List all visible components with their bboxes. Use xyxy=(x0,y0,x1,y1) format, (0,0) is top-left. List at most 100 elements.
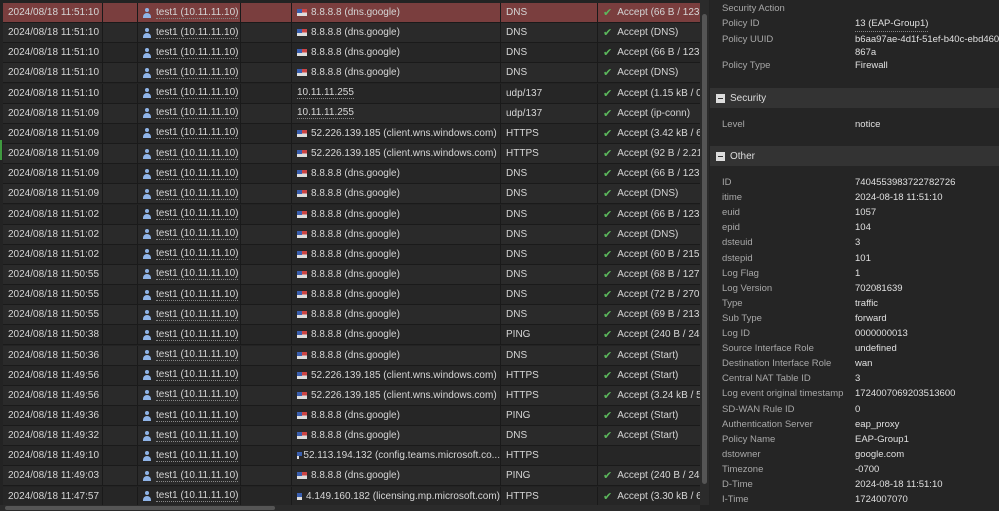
table-row[interactable]: 2024/08/18 11:49:03 test1 (10.11.11.10) 8.… xyxy=(3,466,700,487)
table-row[interactable]: 2024/08/18 11:49:10 test1 (10.11.11.10) 52… xyxy=(3,446,700,467)
source-text[interactable]: test1 (10.11.11.10) xyxy=(156,208,239,220)
table-row[interactable]: 2024/08/18 11:50:55 test1 (10.11.11.10) 8.… xyxy=(3,264,700,285)
scroll-thumb[interactable] xyxy=(702,14,707,484)
horizontal-scrollbar[interactable] xyxy=(0,505,700,511)
source-text[interactable]: test1 (10.11.11.10) xyxy=(156,47,239,59)
destination-text[interactable]: 8.8.8.8 (dns.google) xyxy=(311,470,400,481)
source-text[interactable]: test1 (10.11.11.10) xyxy=(156,490,239,503)
source-text[interactable]: test1 (10.11.11.10) xyxy=(156,107,239,120)
destination-text[interactable]: 10.11.11.255 xyxy=(297,87,354,100)
source-text[interactable]: test1 (10.11.11.10) xyxy=(156,389,239,402)
table-row[interactable]: 2024/08/18 11:49:56 test1 (10.11.11.10) 52… xyxy=(3,365,700,386)
table-row[interactable]: 2024/08/18 11:51:02 test1 (10.11.11.10) 8.… xyxy=(3,224,700,245)
date-cell: 2024/08/18 11:51:02 xyxy=(3,224,103,244)
destination-text[interactable]: 52.226.139.185 (client.wns.windows.com) xyxy=(311,128,497,139)
table-row[interactable]: 2024/08/18 11:49:36 test1 (10.11.11.10) 8.… xyxy=(3,406,700,426)
destination-text[interactable]: 8.8.8.8 (dns.google) xyxy=(311,47,400,58)
table-row[interactable]: 2024/08/18 11:51:02 test1 (10.11.11.10) 8.… xyxy=(3,204,700,225)
source-text[interactable]: test1 (10.11.11.10) xyxy=(156,148,239,160)
table-row[interactable]: 2024/08/18 11:51:02 test1 (10.11.11.10) 8.… xyxy=(3,244,700,265)
destination-text[interactable]: 8.8.8.8 (dns.google) xyxy=(311,329,400,340)
table-row[interactable]: 2024/08/18 11:50:36 test1 (10.11.11.10) 8.… xyxy=(3,345,700,366)
source-text[interactable]: test1 (10.11.11.10) xyxy=(156,168,239,180)
date-text: 2024/08/18 11:50:38 xyxy=(8,329,100,341)
table-row[interactable]: 2024/08/18 11:51:09 test1 (10.11.11.10) 10… xyxy=(3,103,700,124)
source-cell: test1 (10.11.11.10) xyxy=(138,325,241,345)
destination-text[interactable]: 10.11.11.255 xyxy=(297,107,354,120)
source-text[interactable]: test1 (10.11.11.10) xyxy=(156,127,239,140)
source-cell: test1 (10.11.11.10) xyxy=(138,264,241,284)
destination-text[interactable]: 52.226.139.185 (client.wns.windows.com) xyxy=(311,148,497,159)
destination-text[interactable]: 8.8.8.8 (dns.google) xyxy=(311,67,400,78)
detail-value[interactable]: 13 (EAP-Group1) xyxy=(855,16,929,32)
destination-text[interactable]: 8.8.8.8 (dns.google) xyxy=(311,410,400,421)
destination-text[interactable]: 8.8.8.8 (dns.google) xyxy=(311,269,400,280)
table-row[interactable]: 2024/08/18 11:51:09 test1 (10.11.11.10) 8.… xyxy=(3,164,700,185)
source-text[interactable]: test1 (10.11.11.10) xyxy=(156,87,239,100)
destination-text[interactable]: 8.8.8.8 (dns.google) xyxy=(311,309,400,320)
destination-text[interactable]: 52.226.139.185 (client.wns.windows.com) xyxy=(311,370,497,381)
destination-text[interactable]: 52.226.139.185 (client.wns.windows.com) xyxy=(311,390,497,401)
destination-text[interactable]: 4.149.160.182 (licensing.mp.microsoft.co… xyxy=(306,491,500,502)
destination-text[interactable]: 8.8.8.8 (dns.google) xyxy=(311,229,400,240)
source-text[interactable]: test1 (10.11.11.10) xyxy=(156,289,239,301)
source-text[interactable]: test1 (10.11.11.10) xyxy=(156,369,239,382)
table-row[interactable]: 2024/08/18 11:51:09 test1 (10.11.11.10) 52… xyxy=(3,123,700,144)
collapse-icon[interactable] xyxy=(716,93,725,103)
source-text[interactable]: test1 (10.11.11.10) xyxy=(156,188,239,200)
section-security-header[interactable]: Security xyxy=(710,88,999,108)
scroll-thumb[interactable] xyxy=(5,506,275,510)
table-row[interactable]: 2024/08/18 11:51:10 test1 (10.11.11.10) 8.… xyxy=(3,63,700,84)
collapse-icon[interactable] xyxy=(716,151,725,161)
source-text[interactable]: test1 (10.11.11.10) xyxy=(156,410,239,422)
destination-cell: 8.8.8.8 (dns.google) xyxy=(292,426,501,446)
table-row[interactable]: 2024/08/18 11:51:09 test1 (10.11.11.10) 52… xyxy=(3,144,700,165)
destination-text[interactable]: 52.113.194.132 (config.teams.microsoft.c… xyxy=(303,450,500,461)
table-row[interactable]: 2024/08/18 11:51:10 test1 (10.11.11.10) 8.… xyxy=(3,3,700,23)
table-row[interactable]: 2024/08/18 11:51:09 test1 (10.11.11.10) 8.… xyxy=(3,184,700,205)
source-text[interactable]: test1 (10.11.11.10) xyxy=(156,450,239,462)
destination-text[interactable]: 8.8.8.8 (dns.google) xyxy=(311,350,400,361)
source-text[interactable]: test1 (10.11.11.10) xyxy=(156,27,239,39)
table-row[interactable]: 2024/08/18 11:50:55 test1 (10.11.11.10) 8.… xyxy=(3,285,700,306)
source-text[interactable]: test1 (10.11.11.10) xyxy=(156,309,239,321)
table-row[interactable]: 2024/08/18 11:49:32 test1 (10.11.11.10) 8.… xyxy=(3,426,700,447)
table-row[interactable]: 2024/08/18 11:49:56 test1 (10.11.11.10) 52… xyxy=(3,385,700,406)
vertical-scrollbar[interactable] xyxy=(700,0,709,505)
table-row[interactable]: 2024/08/18 11:51:10 test1 (10.11.11.10) 10… xyxy=(3,83,700,104)
destination-text[interactable]: 8.8.8.8 (dns.google) xyxy=(311,249,400,260)
date-text: 2024/08/18 11:49:56 xyxy=(8,369,100,381)
destination-text[interactable]: 8.8.8.8 (dns.google) xyxy=(311,168,400,179)
destination-text[interactable]: 8.8.8.8 (dns.google) xyxy=(311,27,400,38)
detail-label: Policy Name xyxy=(722,433,776,445)
source-text[interactable]: test1 (10.11.11.10) xyxy=(156,248,239,261)
destination-text[interactable]: 8.8.8.8 (dns.google) xyxy=(311,7,400,18)
source-text[interactable]: test1 (10.11.11.10) xyxy=(156,7,239,19)
destination-text[interactable]: 8.8.8.8 (dns.google) xyxy=(311,430,400,441)
table-row[interactable]: 2024/08/18 11:50:38 test1 (10.11.11.10) 8.… xyxy=(3,325,700,346)
destination-text[interactable]: 8.8.8.8 (dns.google) xyxy=(311,188,400,199)
table-row[interactable]: 2024/08/18 11:51:10 test1 (10.11.11.10) 8.… xyxy=(3,43,700,64)
us-flag-icon xyxy=(297,170,307,178)
result-text: Accept (66 B / 123 B xyxy=(617,7,700,18)
source-cell: test1 (10.11.11.10) xyxy=(138,285,241,305)
destination-cell: 52.113.194.132 (config.teams.microsoft.c… xyxy=(292,446,501,466)
source-text[interactable]: test1 (10.11.11.10) xyxy=(156,470,239,482)
source-text[interactable]: test1 (10.11.11.10) xyxy=(156,349,239,362)
table-row[interactable]: 2024/08/18 11:47:57 test1 (10.11.11.10) 4.… xyxy=(3,486,700,507)
section-other-header[interactable]: Other xyxy=(710,146,999,166)
source-text[interactable]: test1 (10.11.11.10) xyxy=(156,430,239,442)
source-text[interactable]: test1 (10.11.11.10) xyxy=(156,329,239,341)
user-icon xyxy=(143,450,151,461)
destination-text[interactable]: 8.8.8.8 (dns.google) xyxy=(311,209,400,220)
source-text[interactable]: test1 (10.11.11.10) xyxy=(156,268,239,281)
empty-cell xyxy=(241,224,292,244)
source-text[interactable]: test1 (10.11.11.10) xyxy=(156,228,239,241)
table-row[interactable]: 2024/08/18 11:51:10 test1 (10.11.11.10) 8.… xyxy=(3,23,700,44)
destination-text[interactable]: 8.8.8.8 (dns.google) xyxy=(311,289,400,300)
empty-cell xyxy=(241,23,292,43)
table-row[interactable]: 2024/08/18 11:50:55 test1 (10.11.11.10) 8.… xyxy=(3,305,700,326)
date-text: 2024/08/18 11:51:09 xyxy=(8,148,100,160)
source-text[interactable]: test1 (10.11.11.10) xyxy=(156,67,239,79)
service-text: DNS xyxy=(506,208,528,220)
